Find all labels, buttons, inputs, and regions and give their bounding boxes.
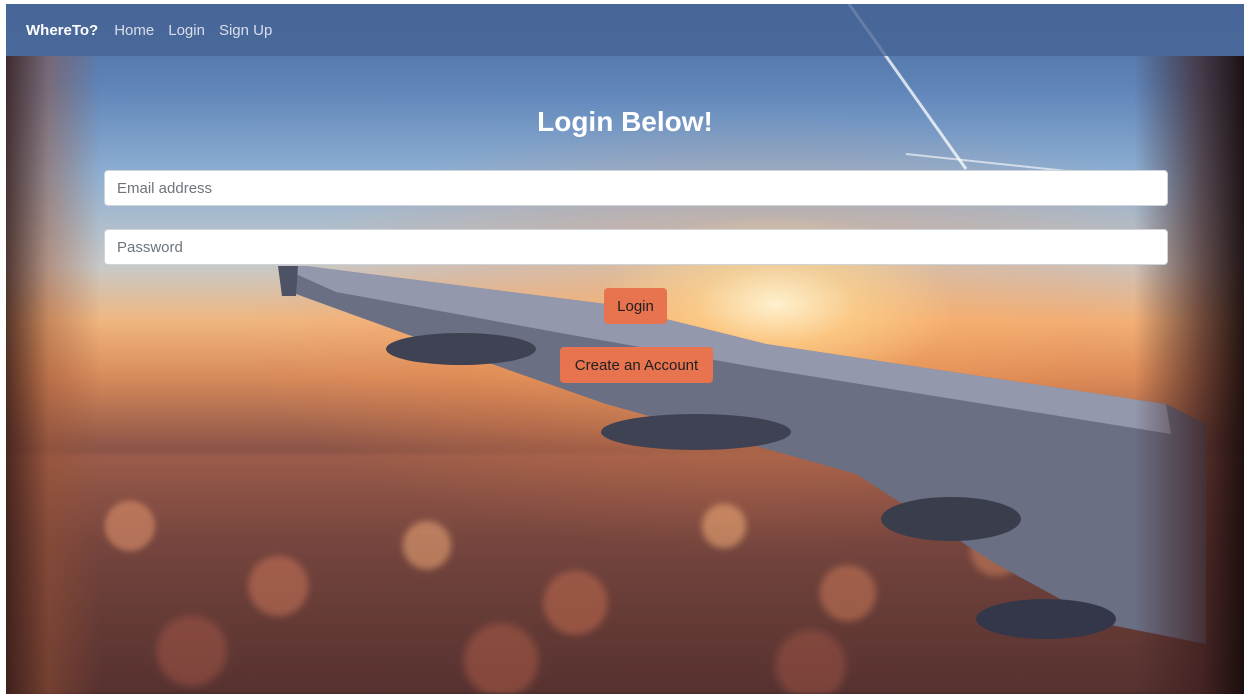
window-frame-right (1134, 56, 1244, 694)
window-frame-left (6, 56, 101, 694)
brand-link[interactable]: WhereTo? (26, 22, 98, 39)
page-title: Login Below! (537, 106, 713, 137)
password-field[interactable] (104, 229, 1168, 265)
nav-link-home[interactable]: Home (114, 22, 154, 39)
login-button[interactable]: Login (604, 288, 667, 324)
create-account-button[interactable]: Create an Account (560, 347, 713, 383)
navbar: WhereTo? Home Login Sign Up (6, 4, 1244, 56)
email-field[interactable] (104, 170, 1168, 206)
nav-link-signup[interactable]: Sign Up (219, 22, 272, 39)
nav-link-login[interactable]: Login (168, 22, 205, 39)
